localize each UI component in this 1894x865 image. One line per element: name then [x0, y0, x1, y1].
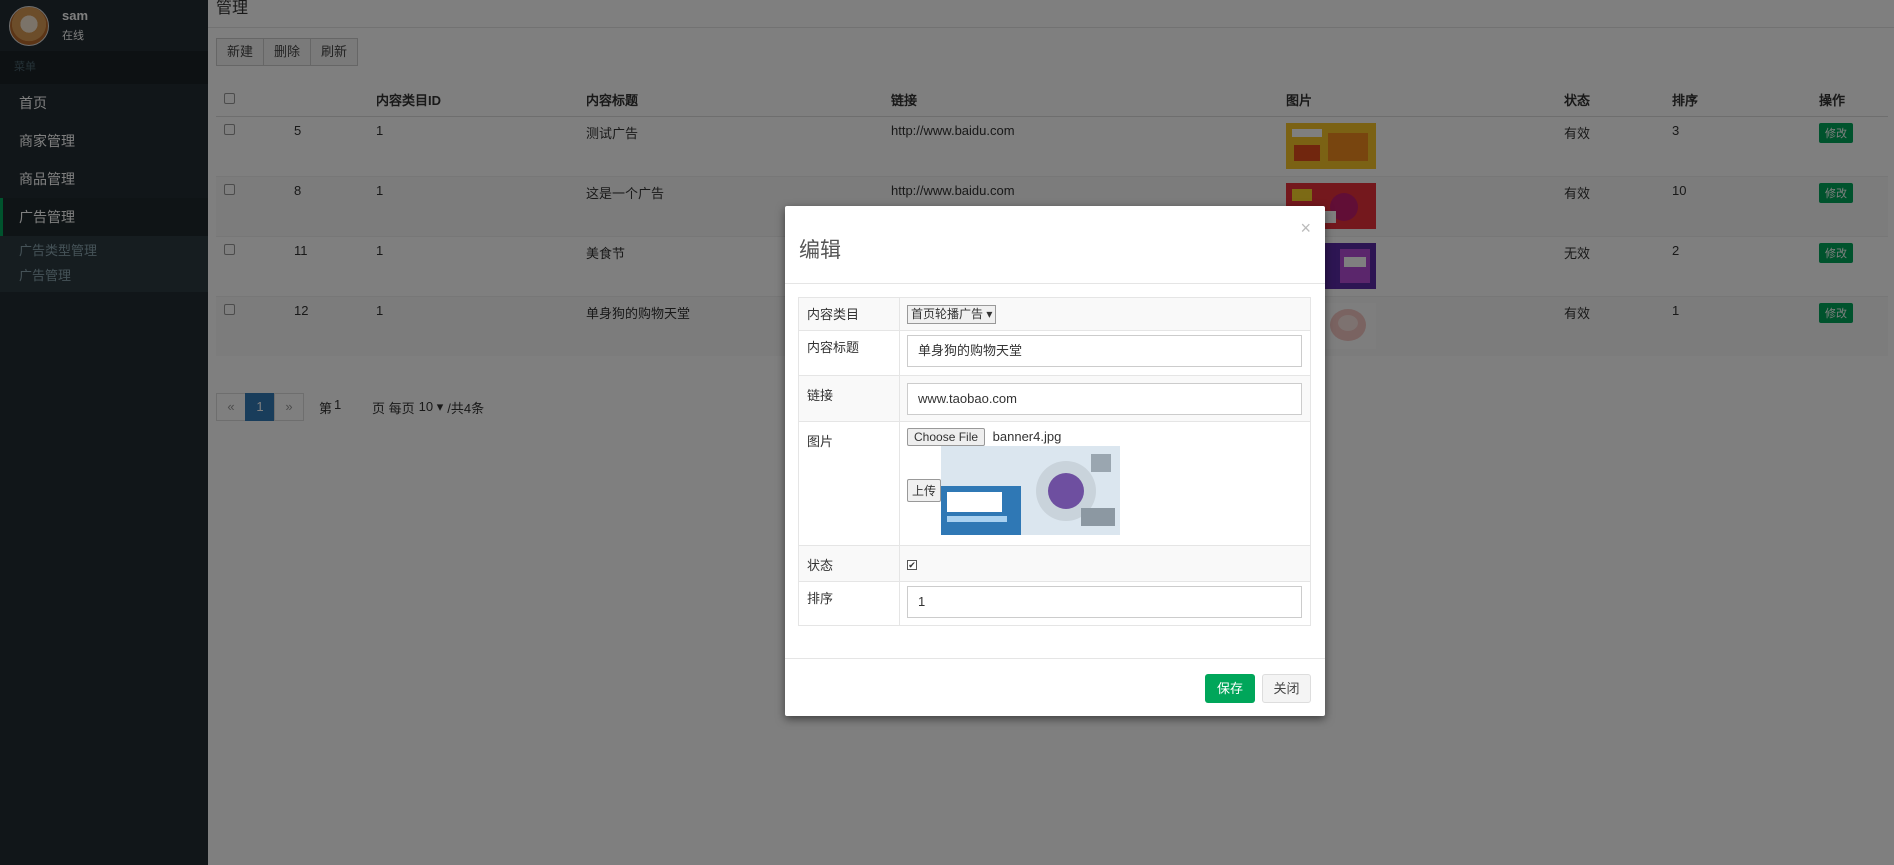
category-label: 内容类目: [799, 298, 900, 330]
image-preview: [941, 446, 1121, 535]
modal-title: 编辑: [799, 239, 841, 262]
upload-button[interactable]: 上传: [907, 479, 942, 502]
edit-modal: 编辑 × 内容类目 首页轮播广告 ▾ 内容标题 单身狗的购物天堂 链接 www.…: [785, 206, 1325, 716]
link-label: 链接: [799, 376, 900, 421]
modal-footer: 保存 关闭: [785, 658, 1325, 716]
close-button[interactable]: 关闭: [1262, 674, 1311, 703]
status-label: 状态: [799, 546, 900, 581]
status-checkbox[interactable]: ✔: [907, 560, 917, 570]
title-input[interactable]: 单身狗的购物天堂: [907, 335, 1302, 367]
sort-input[interactable]: 1: [907, 586, 1302, 618]
close-icon[interactable]: ×: [1300, 218, 1311, 239]
category-select[interactable]: 首页轮播广告 ▾: [907, 305, 997, 324]
image-label: 图片: [799, 422, 900, 545]
edit-form: 内容类目 首页轮播广告 ▾ 内容标题 单身狗的购物天堂 链接 www.taoba…: [798, 297, 1311, 626]
save-button[interactable]: 保存: [1205, 674, 1255, 703]
sort-label: 排序: [799, 582, 900, 625]
choose-file-button[interactable]: Choose File: [907, 428, 986, 446]
link-input[interactable]: www.taobao.com: [907, 383, 1302, 415]
file-name: banner4.jpg: [992, 429, 1062, 444]
title-label: 内容标题: [799, 331, 900, 375]
